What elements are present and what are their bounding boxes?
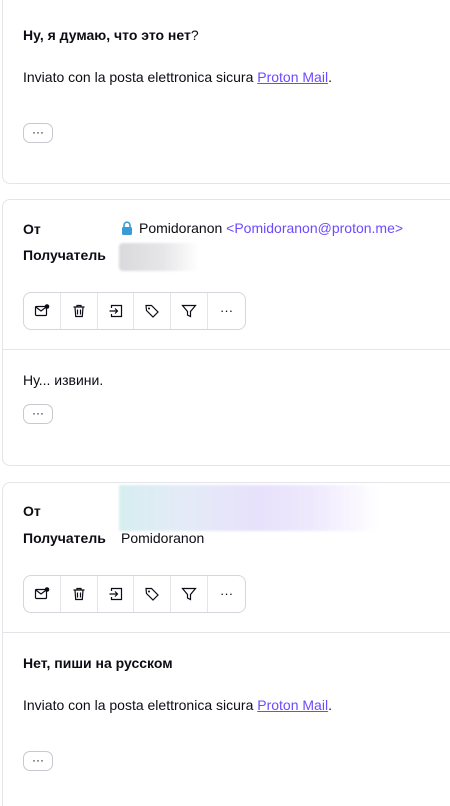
to-label: Получатель bbox=[23, 530, 106, 546]
more-dots-icon: ··· bbox=[220, 586, 234, 601]
message-toolbar: ··· bbox=[23, 292, 246, 330]
header-divider bbox=[3, 349, 450, 350]
signature-suffix: . bbox=[328, 69, 332, 85]
show-quoted-button[interactable]: ··· bbox=[23, 123, 53, 143]
mark-unread-button[interactable] bbox=[24, 293, 61, 329]
message-body: Ну... извини. bbox=[23, 372, 104, 388]
header-divider bbox=[3, 632, 450, 633]
lock-icon bbox=[121, 221, 133, 239]
redacted-recipient bbox=[119, 243, 199, 271]
proton-mail-link[interactable]: Proton Mail bbox=[257, 69, 328, 85]
more-actions-button[interactable]: ··· bbox=[208, 576, 245, 612]
signature-text: Inviato con la posta elettronica sicura bbox=[23, 69, 258, 85]
mail-unread-icon bbox=[34, 304, 50, 317]
signature: Inviato con la posta elettronica sicura … bbox=[23, 696, 332, 714]
signature-suffix: . bbox=[328, 697, 332, 713]
more-dots-icon: ··· bbox=[220, 303, 234, 318]
mail-unread-icon bbox=[34, 587, 50, 600]
move-to-folder-icon bbox=[109, 304, 122, 318]
signature-text: Inviato con la posta elettronica sicura bbox=[23, 697, 258, 713]
delete-button[interactable] bbox=[61, 293, 98, 329]
proton-mail-link[interactable]: Proton Mail bbox=[257, 697, 328, 713]
tag-icon bbox=[145, 304, 160, 318]
filter-button[interactable] bbox=[171, 576, 209, 612]
email-thread: Ну, я думаю, что это нет? Inviato con la… bbox=[0, 0, 450, 806]
tag-icon bbox=[145, 587, 160, 601]
message-body: Ну, я думаю, что это нет? bbox=[23, 26, 199, 44]
body-suffix: ? bbox=[190, 27, 199, 43]
from-label: От bbox=[23, 221, 41, 237]
label-button[interactable] bbox=[134, 576, 172, 612]
delete-button[interactable] bbox=[61, 576, 98, 612]
sender-address: <Pomidoranon@proton.me> bbox=[226, 220, 404, 236]
message-body: Нет, пиши на русском bbox=[23, 655, 173, 671]
filter-button[interactable] bbox=[171, 293, 209, 329]
redacted-sender bbox=[119, 485, 379, 531]
message-toolbar: ··· bbox=[23, 575, 246, 613]
body-bold-text: Ну, я думаю, что это нет bbox=[23, 27, 191, 43]
message-card: От Получатель Pomidoranon ··· Нет, пиши … bbox=[2, 482, 450, 806]
move-button[interactable] bbox=[98, 293, 135, 329]
filter-icon bbox=[181, 587, 197, 601]
trash-icon bbox=[73, 587, 85, 601]
move-button[interactable] bbox=[98, 576, 135, 612]
filter-icon bbox=[181, 304, 197, 318]
from-label: От bbox=[23, 503, 41, 519]
signature: Inviato con la posta elettronica sicura … bbox=[23, 68, 332, 86]
trash-icon bbox=[73, 304, 85, 318]
message-card: Ну, я думаю, что это нет? Inviato con la… bbox=[2, 0, 450, 184]
move-to-folder-icon bbox=[109, 587, 122, 601]
show-quoted-button[interactable]: ··· bbox=[23, 751, 53, 771]
message-card: От Pomidoranon <Pomidoranon@proton.me> П… bbox=[2, 199, 450, 466]
to-label: Получатель bbox=[23, 247, 106, 263]
label-button[interactable] bbox=[134, 293, 172, 329]
show-quoted-button[interactable]: ··· bbox=[23, 404, 53, 424]
sender[interactable]: Pomidoranon <Pomidoranon@proton.me> bbox=[121, 219, 403, 239]
recipient-name[interactable]: Pomidoranon bbox=[121, 529, 204, 547]
sender-name: Pomidoranon bbox=[139, 220, 223, 236]
mark-unread-button[interactable] bbox=[24, 576, 61, 612]
more-actions-button[interactable]: ··· bbox=[208, 293, 245, 329]
